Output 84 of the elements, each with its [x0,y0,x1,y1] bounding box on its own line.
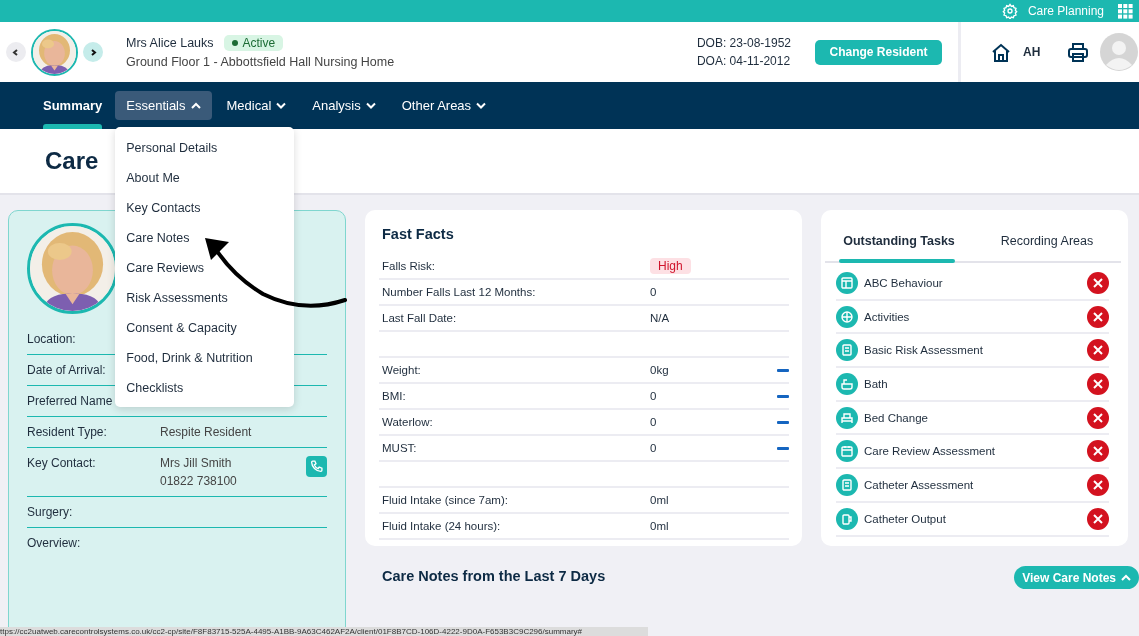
page-title: Care [45,147,99,175]
fact-label: Number Falls Last 12 Months: [382,286,537,298]
profile-value: Mrs Jill Smith [160,456,233,470]
status-badge: Active [223,35,284,51]
fact-value: 0ml [650,520,669,532]
status-bar-url: ttps://cc2uatweb.carecontrolsystems.co.uk/cc2-cp/site/F8F83715-525A-4495-A1BB-9A63C462AF2A/client/01F8B7CD-106D-4222-9D0A-F653B3C9C296/summary# [0,627,648,636]
nav-tab[interactable]: Other Areas [390,91,498,120]
previous-resident-button[interactable] [6,42,26,62]
task-label[interactable]: Basic Risk Assessment [864,344,1081,357]
task-label[interactable]: Bed Change [864,411,1081,424]
menu-item[interactable]: Food, Drink & Nutrition [115,343,295,373]
ball-icon [836,305,858,328]
user-initials[interactable]: AH [1023,45,1041,59]
date-of-birth: DOB: 23-08-1952 [696,36,791,50]
nav-tab[interactable]: Medical [215,91,298,120]
phone-icon [310,460,323,473]
fact-label: Last Fall Date: [382,312,458,324]
chevron-up-icon [1121,574,1131,581]
resident-location: Ground Floor 1 - Abbottsfield Hall Nursing Home [126,55,395,69]
calendar-icon [836,440,858,463]
nav-tab[interactable]: Analysis [301,91,387,120]
task-label[interactable]: Bath [864,377,1081,390]
profile-label: Preferred Name [27,394,114,408]
app-name: Care Planning [1027,4,1104,18]
menu-item[interactable]: Checklists [115,373,295,403]
task-label[interactable]: Catheter Assessment [864,478,1081,491]
close-icon[interactable] [1087,406,1109,429]
fact-label: Waterlow: [382,416,434,428]
task-label[interactable]: Care Review Assessment [864,445,1081,458]
fact-label: Fluid Intake (since 7am): [382,494,509,506]
table-icon [836,271,858,294]
mug-icon [836,507,858,530]
close-icon[interactable] [1087,507,1109,530]
close-icon[interactable] [1087,305,1109,328]
bed-icon [836,406,858,429]
fact-label: BMI: [382,390,407,402]
profile-label: Overview: [27,536,82,550]
document-icon [836,339,858,362]
profile-label: Date of Arrival: [27,363,107,377]
task-label[interactable]: ABC Behaviour [864,276,1081,289]
fact-label: Weight: [382,364,422,376]
fact-value: 0ml [650,494,669,506]
close-icon[interactable] [1087,473,1109,496]
menu-item[interactable]: About Me [115,163,295,193]
document-icon [836,473,858,496]
fact-value: 0 [650,416,657,428]
phone-number: 01822 738100 [160,474,238,488]
menu-item[interactable]: Personal Details [115,133,295,163]
bath-icon [836,372,858,395]
nav-tab[interactable]: Summary [34,91,112,120]
fact-value: 0 [650,390,657,402]
next-resident-button[interactable] [83,42,103,62]
resident-name: Mrs Alice Lauks [126,36,214,50]
menu-item[interactable]: Care Reviews [115,253,295,283]
card-title: Fast Facts [382,226,455,242]
fact-value: 0 [650,442,657,454]
menu-item[interactable]: Care Notes [115,223,295,253]
printer-icon[interactable] [1068,42,1089,62]
menu-item[interactable]: Risk Assessments [115,283,295,313]
fact-value: 0kg [650,364,669,376]
home-icon[interactable] [991,42,1011,62]
close-icon[interactable] [1087,339,1109,362]
profile-label: Key Contact: [27,456,97,470]
date-of-arrival: DOA: 04-11-2012 [696,54,791,68]
risk-badge: High [650,258,691,274]
profile-label: Surgery: [27,505,74,519]
tab[interactable]: Recording Areas [973,220,1121,261]
profile-value: Respite Resident [160,425,253,439]
fact-label: MUST: [382,442,418,454]
menu-item[interactable]: Key Contacts [115,193,295,223]
nav-tab[interactable]: Essentials [115,91,212,120]
profile-label: Resident Type: [27,425,108,439]
fact-label: Falls Risk: [382,260,437,272]
task-label[interactable]: Activities [864,310,1081,323]
task-label[interactable]: Catheter Output [864,512,1081,525]
close-icon[interactable] [1087,440,1109,463]
fact-label: Fluid Intake (24 hours): [382,520,502,532]
fact-value: N/A [650,312,670,324]
close-icon[interactable] [1087,372,1109,395]
tab[interactable]: Outstanding Tasks [825,220,973,261]
fact-value: 0 [650,286,657,298]
menu-item[interactable]: Consent & Capacity [115,313,295,343]
close-icon[interactable] [1087,271,1109,294]
profile-label: Location: [27,332,77,346]
